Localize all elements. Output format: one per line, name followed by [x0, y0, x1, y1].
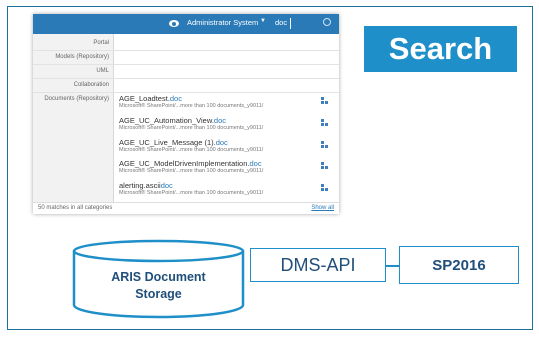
result-ext: doc — [249, 159, 262, 168]
result-name: AGE_Loadtest. — [119, 94, 170, 103]
result-item[interactable]: AGE_UC_Automation_View.doc Microsoft® Sh… — [119, 116, 263, 132]
result-source: Microsoft® SharePoint/...more than 100 d… — [119, 147, 264, 153]
result-name: AGE_UC_Automation_View. — [119, 116, 214, 125]
result-ext: doc — [213, 116, 227, 125]
storage-label: ARIS Document Storage — [72, 269, 245, 303]
result-item[interactable]: AGE_UC_Live_Message (1).doc Microsoft® S… — [119, 138, 263, 154]
divider — [33, 50, 339, 51]
eye-icon[interactable] — [169, 20, 179, 27]
chevron-down-icon[interactable]: ▼ — [260, 18, 266, 24]
category-collaboration[interactable]: Collaboration — [33, 82, 109, 88]
result-source: Microsoft® SharePoint/...more than 100 d… — [119, 103, 264, 109]
category-models[interactable]: Models (Repository) — [33, 54, 109, 60]
connector-line — [385, 265, 400, 267]
storage-label-line1: ARIS Document — [111, 270, 206, 284]
document-type-icon[interactable] — [321, 184, 328, 192]
storage-label-line2: Storage — [135, 287, 182, 301]
search-icon[interactable] — [323, 18, 331, 26]
document-type-icon[interactable] — [321, 119, 328, 127]
show-all-link[interactable]: Show all — [311, 205, 334, 211]
document-type-icon[interactable] — [321, 162, 328, 170]
category-documents[interactable]: Documents (Repository) — [33, 96, 109, 102]
matches-count: 50 matches in all categories — [38, 205, 113, 211]
category-portal[interactable]: Portal — [33, 40, 109, 46]
search-results-screenshot: Administrator System ▼ doc Portal Models… — [33, 14, 339, 214]
results-footer: 50 matches in all categories Show all — [33, 202, 339, 215]
divider — [33, 64, 339, 65]
category-uml[interactable]: UML — [33, 68, 109, 74]
search-input[interactable]: doc — [273, 17, 335, 30]
document-type-icon[interactable] — [321, 141, 328, 149]
result-item[interactable]: AGE_Loadtest.doc Microsoft® SharePoint/.… — [119, 94, 263, 110]
result-item[interactable]: alerting.asciidoc Microsoft® SharePoint/… — [119, 181, 263, 197]
result-ext: doc — [215, 138, 228, 147]
dms-api-box: DMS-API — [250, 248, 386, 282]
result-name: AGE_UC_ModelDrivenImplementation. — [119, 159, 250, 168]
text-caret — [290, 18, 291, 29]
result-name: AGE_UC_Live_Message (1). — [119, 138, 216, 147]
search-input-value: doc — [275, 18, 288, 27]
divider — [33, 92, 339, 93]
storage-cylinder: ARIS Document Storage — [72, 239, 245, 319]
result-source: Microsoft® SharePoint/...more than 100 d… — [119, 125, 264, 131]
result-ext: doc — [169, 94, 182, 103]
search-title-badge: Search — [364, 26, 517, 72]
divider — [33, 78, 339, 79]
sp2016-box: SP2016 — [399, 246, 519, 284]
result-item[interactable]: AGE_UC_ModelDrivenImplementation.doc Mic… — [119, 159, 263, 175]
user-menu[interactable]: Administrator System — [187, 18, 258, 27]
document-type-icon[interactable] — [321, 97, 328, 105]
result-name: alerting.ascii — [119, 181, 161, 190]
top-bar: Administrator System ▼ doc — [33, 14, 339, 34]
result-ext: doc — [160, 181, 173, 190]
result-source: Microsoft® SharePoint/...more than 100 d… — [119, 168, 264, 174]
result-source: Microsoft® SharePoint/...more than 100 d… — [119, 190, 264, 196]
